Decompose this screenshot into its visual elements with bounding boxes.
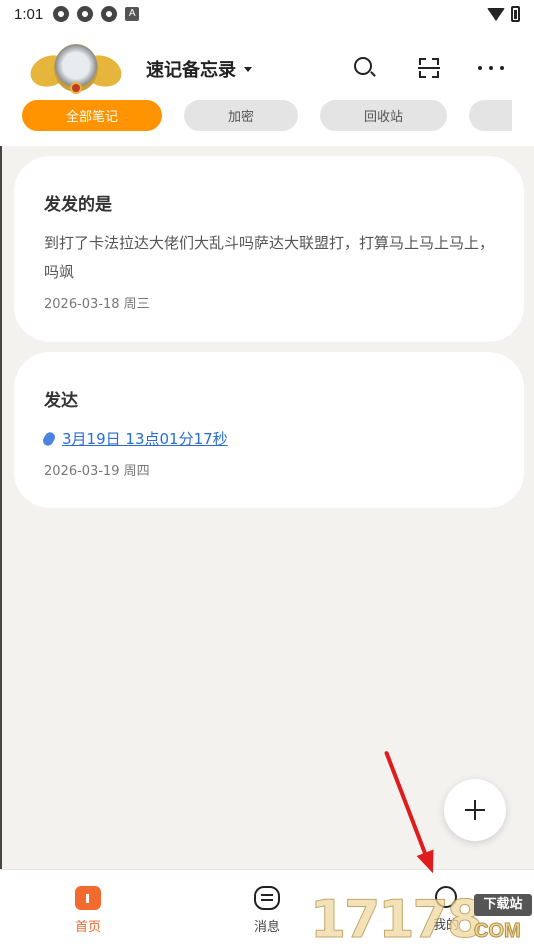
app-bar: 速记备忘录 全部笔记 加密 回收站	[0, 28, 534, 146]
tab-recycle-bin[interactable]: 回收站	[320, 100, 447, 131]
note-date: 2026-03-18 周三	[44, 297, 150, 312]
notification-icon	[77, 6, 94, 22]
filter-tabs: 全部笔记 加密 回收站	[0, 100, 534, 132]
note-card[interactable]: 发达 3月19日 13点01分17秒 2026-03-19 周四	[14, 352, 524, 508]
more-icon[interactable]	[478, 55, 504, 81]
nav-home-label: 首页	[74, 920, 101, 935]
notification-icon	[101, 6, 118, 22]
nav-home[interactable]: 首页	[48, 886, 128, 935]
tab-more[interactable]	[469, 100, 512, 131]
app-title: 速记备忘录	[146, 60, 236, 81]
microphone-icon	[41, 430, 57, 448]
note-title: 发发的是	[44, 195, 112, 215]
tab-all-notes[interactable]: 全部笔记	[22, 100, 162, 131]
watermark: 17178 下载站 COM	[310, 890, 532, 950]
watermark-number: 17178	[310, 890, 484, 950]
scan-icon[interactable]	[416, 55, 442, 81]
note-title: 发达	[44, 391, 78, 411]
chevron-down-icon	[244, 66, 252, 72]
message-icon	[254, 886, 280, 910]
voice-note-label: 3月19日 13点01分17秒	[62, 430, 228, 448]
note-card[interactable]: 发发的是 到打了卡法拉达大佬们大乱斗吗萨达大联盟打，打算马上马上马上， 吗飒 2…	[14, 156, 524, 342]
nav-messages[interactable]: 消息	[227, 886, 307, 935]
notification-icon	[53, 6, 70, 22]
tab-encrypted[interactable]: 加密	[184, 100, 298, 131]
battery-icon	[511, 6, 520, 22]
avatar[interactable]	[26, 42, 126, 98]
search-icon[interactable]	[352, 55, 378, 81]
notebook-selector[interactable]: 速记备忘录	[146, 56, 252, 82]
watermark-label: 下载站	[474, 894, 532, 916]
note-date: 2026-03-19 周四	[44, 464, 150, 479]
status-time: 1:01	[14, 5, 44, 23]
add-note-button[interactable]	[444, 779, 506, 841]
note-body: 到打了卡法拉达大佬们大乱斗吗萨达大联盟打，打算马上马上马上， 吗飒	[44, 234, 495, 281]
a-badge-icon: A	[125, 7, 140, 21]
avatar-gem	[70, 82, 82, 94]
status-bar: 1:01 A	[0, 0, 534, 28]
wifi-icon	[487, 7, 505, 21]
watermark-domain: COM	[474, 920, 522, 943]
home-icon	[75, 886, 101, 910]
voice-note-link[interactable]: 3月19日 13点01分17秒	[41, 425, 494, 454]
nav-messages-label: 消息	[253, 920, 280, 935]
notes-list: 发发的是 到打了卡法拉达大佬们大乱斗吗萨达大联盟打，打算马上马上马上， 吗飒 2…	[0, 146, 534, 869]
